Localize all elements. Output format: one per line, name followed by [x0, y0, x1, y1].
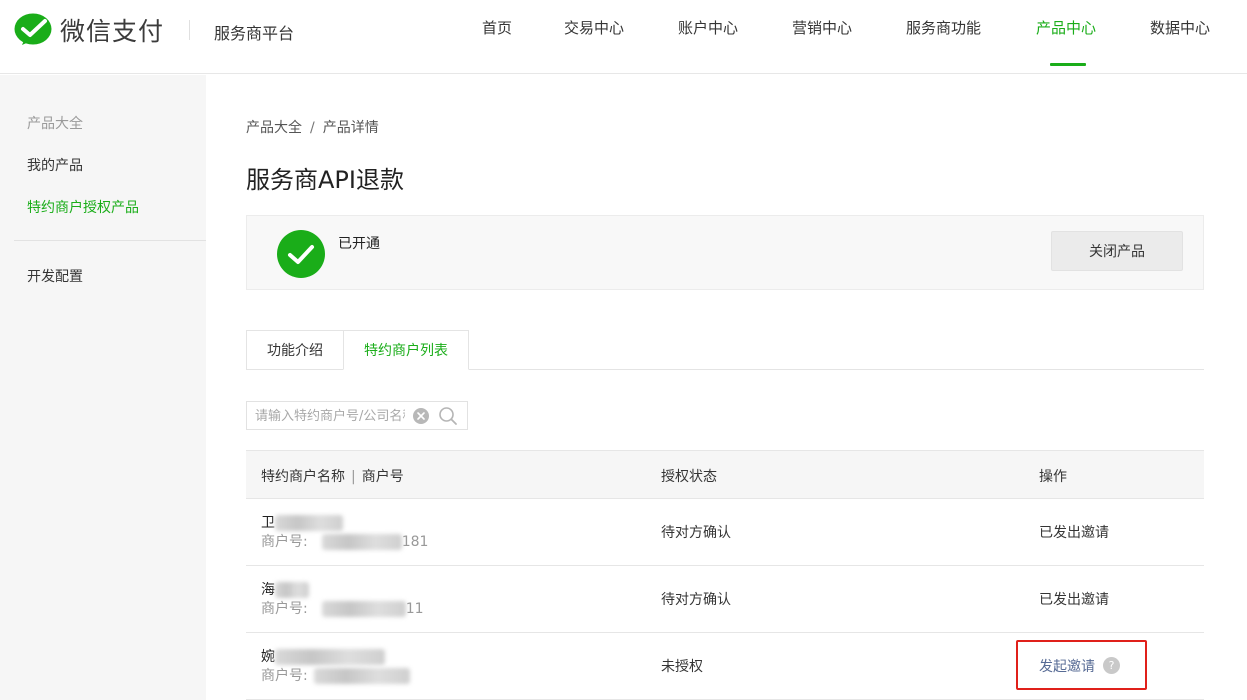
- main-nav: 首页 交易中心 账户中心 营销中心 服务商功能 产品中心 数据中心: [0, 17, 1247, 74]
- table-row: 卫 商户号: 181 待对方确认 已发出邀请: [246, 499, 1204, 566]
- column-header-status: 授权状态: [661, 469, 717, 485]
- merchant-id-label: 商户号:: [261, 534, 308, 550]
- invite-sent-label: 已发出邀请: [1039, 592, 1109, 608]
- merchant-id-suffix: 11: [405, 601, 424, 617]
- breadcrumb: 产品大全 / 产品详情: [246, 117, 379, 137]
- top-header: 微信支付 服务商平台 首页 交易中心 账户中心 营销中心 服务商功能 产品中心 …: [0, 0, 1247, 74]
- nav-home[interactable]: 首页: [482, 17, 512, 38]
- redacted-block: [321, 601, 406, 617]
- merchant-name: 卫: [261, 512, 343, 532]
- column-separator: |: [351, 469, 356, 485]
- column-merchant-name: 特约商户名称: [261, 469, 345, 485]
- nav-provider-functions[interactable]: 服务商功能: [906, 17, 981, 38]
- column-header-merchant: 特约商户名称 | 商户号: [261, 466, 404, 486]
- column-merchant-no: 商户号: [361, 469, 404, 485]
- sidebar-divider: [14, 240, 206, 241]
- merchant-name-text: 卫: [261, 515, 275, 531]
- tab-feature-intro[interactable]: 功能介绍: [246, 330, 344, 370]
- merchant-id: 商户号: 11: [261, 598, 424, 618]
- sidebar-group-products: 产品大全: [27, 116, 83, 132]
- merchant-id: 商户号:: [261, 665, 410, 685]
- tab-merchant-list[interactable]: 特约商户列表: [343, 330, 469, 370]
- nav-transactions[interactable]: 交易中心: [564, 17, 624, 38]
- auth-status: 待对方确认: [661, 525, 731, 541]
- send-invite-link[interactable]: 发起邀请: [1039, 656, 1095, 676]
- redacted-block: [313, 668, 410, 684]
- merchant-name: 海: [261, 579, 309, 599]
- merchant-id-label: 商户号:: [261, 668, 308, 684]
- merchant-id-label: 商户号:: [261, 601, 308, 617]
- merchant-name-text: 婉: [261, 649, 275, 665]
- nav-accounts[interactable]: 账户中心: [678, 17, 738, 38]
- redacted-block: [321, 534, 402, 550]
- sidebar-item-dev-config[interactable]: 开发配置: [27, 266, 83, 286]
- merchant-id-suffix: 181: [401, 534, 429, 550]
- merchant-search-input[interactable]: [255, 406, 405, 426]
- redacted-block: [275, 582, 309, 598]
- clear-search-icon[interactable]: [413, 408, 429, 424]
- close-product-button[interactable]: 关闭产品: [1051, 231, 1183, 271]
- sidebar-item-merchant-auth-products[interactable]: 特约商户授权产品: [27, 197, 139, 217]
- table-row: 海 商户号: 11 待对方确认 已发出邀请: [246, 566, 1204, 633]
- breadcrumb-product-detail: 产品详情: [322, 120, 379, 136]
- redacted-block: [275, 649, 385, 665]
- column-header-action: 操作: [1039, 469, 1067, 485]
- status-enabled-label: 已开通: [338, 236, 380, 252]
- table-header: 特约商户名称 | 商户号 授权状态 操作: [246, 450, 1204, 499]
- help-icon[interactable]: ?: [1103, 657, 1120, 674]
- sidebar-item-my-products[interactable]: 我的产品: [27, 155, 83, 175]
- auth-status: 待对方确认: [661, 592, 731, 608]
- breadcrumb-products[interactable]: 产品大全: [246, 120, 302, 136]
- sidebar: 产品大全 我的产品 特约商户授权产品 开发配置: [0, 75, 206, 700]
- merchant-id: 商户号: 181: [261, 531, 428, 551]
- merchant-name-text: 海: [261, 582, 275, 598]
- table-row: 婉 商户号: 未授权 发起邀请 ?: [246, 633, 1204, 700]
- nav-products[interactable]: 产品中心: [1036, 17, 1096, 38]
- nav-active-indicator: [1050, 63, 1086, 66]
- invite-sent-label: 已发出邀请: [1039, 525, 1109, 541]
- product-status-panel: 已开通 关闭产品: [246, 215, 1204, 290]
- page-title: 服务商API退款: [246, 166, 404, 194]
- auth-status: 未授权: [661, 659, 703, 675]
- nav-marketing[interactable]: 营销中心: [792, 17, 852, 38]
- check-circle-icon: [277, 230, 325, 278]
- merchant-search-box: [246, 401, 468, 430]
- breadcrumb-separator: /: [310, 120, 315, 136]
- nav-data[interactable]: 数据中心: [1150, 17, 1210, 38]
- merchant-name: 婉: [261, 646, 385, 666]
- redacted-block: [275, 515, 343, 531]
- search-icon[interactable]: [438, 406, 458, 426]
